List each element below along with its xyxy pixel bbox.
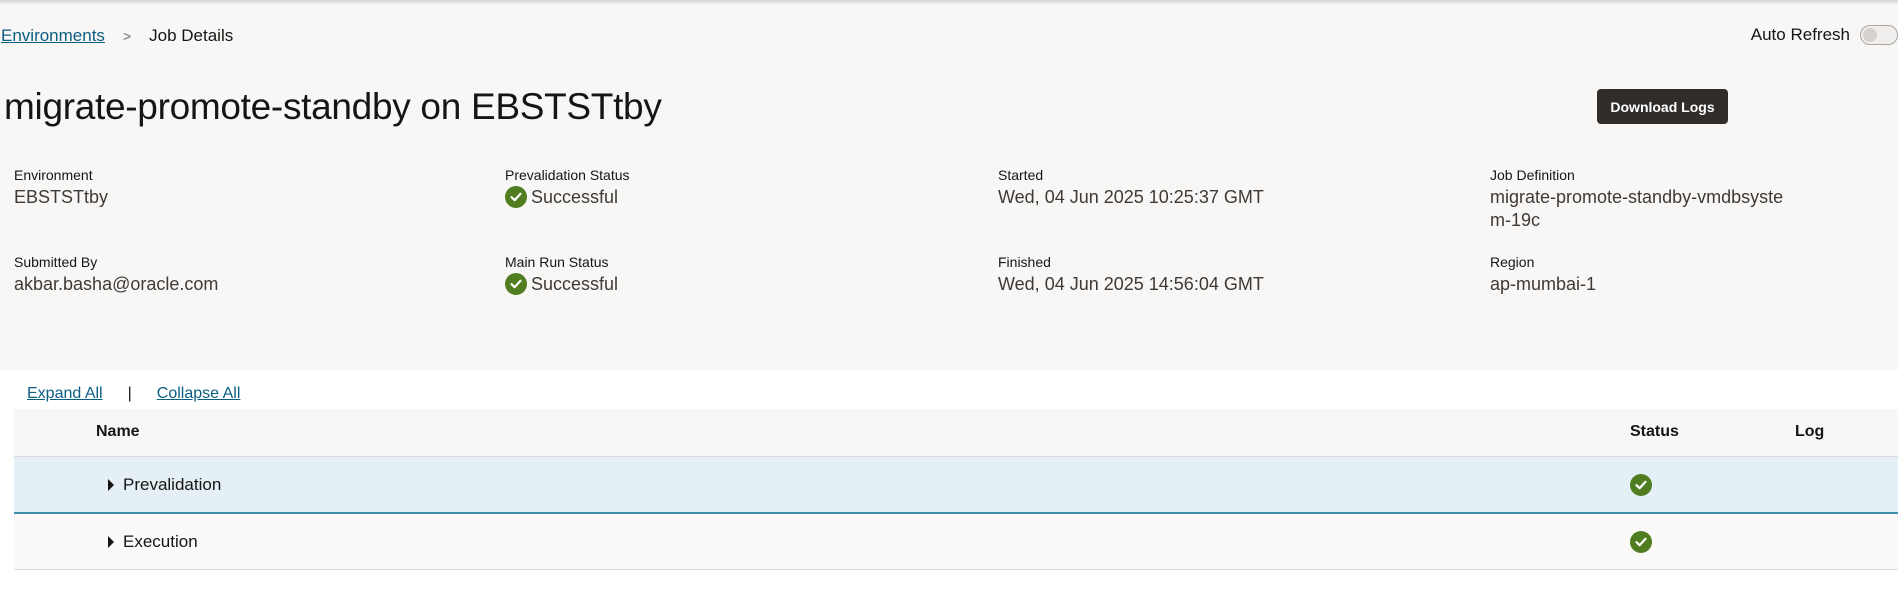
started-label: Started — [998, 167, 1044, 183]
column-header-name: Name — [96, 423, 140, 440]
region-field: Region ap-mumbai-1 — [1490, 254, 1596, 296]
breadcrumb-current: Job Details — [149, 26, 234, 45]
started-field: Started Wed, 04 Jun 2025 10:25:37 GMT — [998, 167, 1264, 209]
auto-refresh-label: Auto Refresh — [1750, 25, 1850, 44]
job-definition-field: Job Definition migrate-promote-standby-v… — [1490, 167, 1783, 232]
tree-controls-separator: | — [127, 385, 132, 402]
prevalidation-status-field: Prevalidation Status Successful — [505, 167, 630, 208]
main-run-status-field: Main Run Status Successful — [505, 254, 618, 295]
environment-field: Environment EBSTSTtby — [14, 167, 108, 209]
check-circle-icon — [505, 273, 527, 295]
table-row[interactable]: Execution — [14, 514, 1898, 570]
auto-refresh-toggle[interactable] — [1860, 25, 1898, 45]
auto-refresh-control: Auto Refresh — [1751, 25, 1898, 45]
column-header-log: Log — [1795, 423, 1825, 440]
row-name: Prevalidation — [123, 475, 222, 494]
caret-right-icon — [108, 479, 114, 491]
region-label: Region — [1490, 254, 1535, 270]
job-definition-value-line1: migrate-promote-standby-vmdbsyste — [1490, 187, 1784, 207]
tree-controls: Expand All | Collapse All — [27, 385, 240, 403]
job-definition-label: Job Definition — [1490, 167, 1575, 183]
check-circle-icon — [1630, 531, 1652, 553]
finished-field: Finished Wed, 04 Jun 2025 14:56:04 GMT — [998, 254, 1264, 296]
row-expander[interactable]: Prevalidation — [108, 475, 221, 495]
submitted-by-field: Submitted By akbar.basha@oracle.com — [14, 254, 218, 296]
region-value: ap-mumbai-1 — [1490, 274, 1597, 294]
row-name: Execution — [123, 532, 198, 551]
page-title: migrate-promote-standby on EBSTSTtby — [4, 86, 662, 127]
prevalidation-status-value: Successful — [531, 186, 619, 207]
job-definition-value-line2: m-19c — [1490, 210, 1541, 230]
row-expander[interactable]: Execution — [108, 532, 198, 552]
main-run-status-label: Main Run Status — [505, 254, 609, 270]
collapse-all-link[interactable]: Collapse All — [157, 385, 241, 403]
download-logs-button[interactable]: Download Logs — [1597, 89, 1728, 124]
breadcrumb-environments-link[interactable]: Environments — [1, 26, 105, 46]
column-header-status: Status — [1630, 423, 1679, 440]
submitted-by-value: akbar.basha@oracle.com — [14, 274, 219, 294]
breadcrumb: Environments > Job Details — [1, 26, 233, 46]
environment-label: Environment — [14, 167, 93, 183]
job-steps-table: Name Status Log Prevalidation Execution — [14, 409, 1898, 570]
table-row[interactable]: Prevalidation — [14, 457, 1898, 514]
expand-all-link[interactable]: Expand All — [27, 385, 103, 403]
submitted-by-label: Submitted By — [14, 254, 98, 270]
breadcrumb-separator: > — [122, 28, 132, 44]
main-run-status-value: Successful — [531, 273, 619, 294]
table-header: Name Status Log — [14, 409, 1898, 457]
prevalidation-status-label: Prevalidation Status — [505, 167, 630, 183]
check-circle-icon — [505, 186, 527, 208]
check-circle-icon — [1630, 474, 1652, 496]
finished-label: Finished — [998, 254, 1051, 270]
caret-right-icon — [108, 536, 114, 548]
finished-value: Wed, 04 Jun 2025 14:56:04 GMT — [998, 274, 1264, 294]
environment-value: EBSTSTtby — [14, 187, 109, 207]
toggle-knob — [1863, 28, 1877, 42]
started-value: Wed, 04 Jun 2025 10:25:37 GMT — [998, 187, 1264, 207]
